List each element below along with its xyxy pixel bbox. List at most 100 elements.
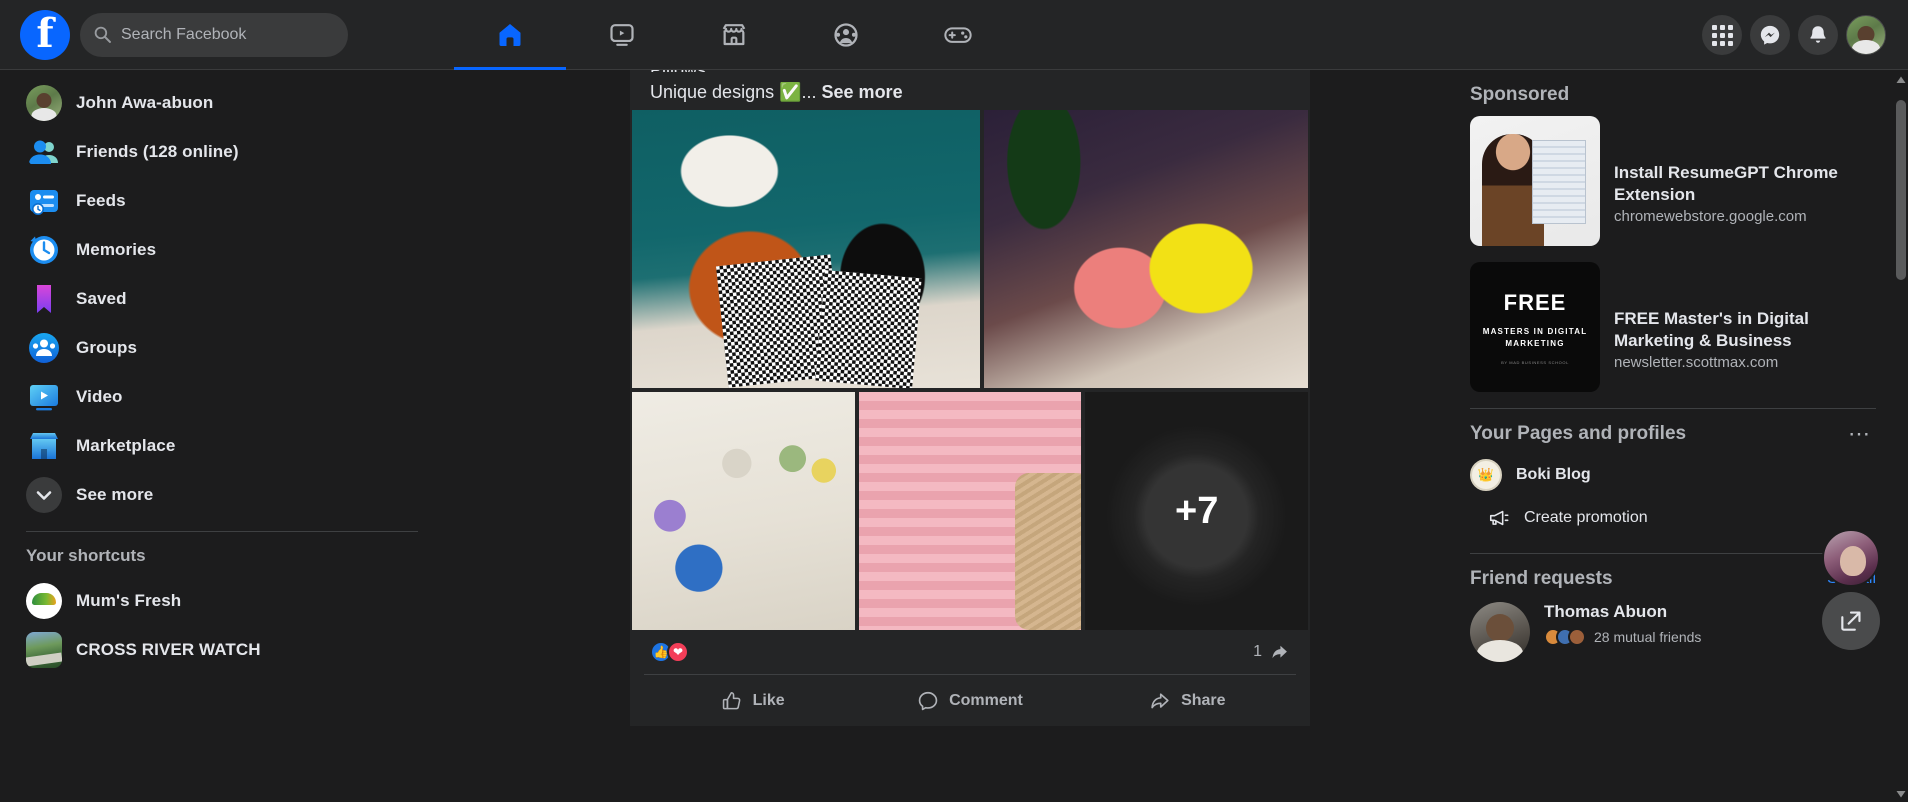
megaphone-icon [1489,510,1509,526]
ad-title: Install ResumeGPT Chrome Extension [1614,163,1838,205]
sidebar-item-label: Marketplace [76,435,176,455]
comment-button[interactable]: Comment [861,675,1078,726]
mutual-friend-avatars [1544,628,1586,646]
friend-request-item[interactable]: Thomas Abuon 28 mutual friends [1470,602,1876,662]
sidebar-item-video[interactable]: Video [18,372,426,421]
messenger-button[interactable] [1750,15,1790,55]
post-photo-1[interactable] [632,110,980,389]
friend-request-body: Thomas Abuon 28 mutual friends [1544,602,1701,662]
shortcut-mums-fresh[interactable]: Mum's Fresh [18,576,426,625]
search-input[interactable]: Search Facebook [80,12,348,57]
sidebar-item-groups[interactable]: Groups [18,323,426,372]
scroll-up-arrow-icon[interactable] [1895,74,1907,86]
more-photos-overlay[interactable]: +7 [1085,392,1309,631]
sponsored-heading: Sponsored [1470,84,1570,105]
sidebar-item-label: Memories [76,239,157,259]
sidebar-item-friends[interactable]: Friends (128 online) [18,127,426,176]
gamepad-icon [944,27,972,43]
left-sidebar: John Awa-abuon Friends (128 online) Feed… [0,70,438,802]
friends-icon [26,134,62,170]
sidebar-item-label: See more [76,484,154,504]
sidebar-item-memories[interactable]: Memories [18,225,426,274]
facebook-logo[interactable] [20,9,70,60]
photo-row-bottom: +7 [632,392,1309,631]
sidebar-item-profile[interactable]: John Awa-abuon [18,78,426,127]
marketplace-icon [722,24,746,46]
mutual-friends-group: 28 mutual friends [1544,628,1701,646]
messenger-icon [1760,25,1780,45]
friend-requests-header: Friend requests See all [1470,568,1876,590]
post-photo-4[interactable] [858,392,1082,631]
ad-thumb-small-text: MASTERS IN DIGITAL MARKETING [1482,326,1588,348]
post-text: Pillows: Unique designs ✅... See more [630,70,1310,110]
ad-body: Install ResumeGPT Chrome Extension chrom… [1614,116,1876,246]
sidebar-item-label: Friends (128 online) [76,141,239,161]
pages-header: Your Pages and profiles ⋯ [1470,423,1876,445]
pencil-square-icon [1841,611,1861,631]
sponsored-ad-2[interactable]: FREE MASTERS IN DIGITAL MARKETING BY MAD… [1470,262,1876,392]
sponsored-ad-1[interactable]: Install ResumeGPT Chrome Extension chrom… [1470,116,1876,246]
post-photo-2[interactable] [984,110,1308,389]
share-count-group[interactable]: 1 [1253,642,1290,662]
groups-icon [26,330,62,366]
post-text-body: Unique designs [650,82,780,102]
shortcut-cross-river-watch[interactable]: CROSS RIVER WATCH [18,625,426,674]
share-button[interactable]: Share [1079,675,1296,726]
search-icon [94,26,111,43]
header-nav-tabs [454,0,1014,70]
page-thumbnail [26,631,62,668]
ad-title: FREE Master's in Digital Marketing & Bus… [1614,309,1809,351]
share-count: 1 [1253,643,1262,661]
feeds-icon [26,183,62,219]
sidebar-item-see-more[interactable]: See more [18,470,426,519]
notifications-button[interactable] [1798,15,1838,55]
post-photo-5[interactable]: +7 [1085,392,1309,631]
tab-groups[interactable] [790,0,902,70]
comment-bubble-icon [918,691,938,711]
post-action-bar: Like Comment Share [644,674,1296,727]
ad-url: newsletter.scottmax.com [1614,354,1779,372]
tab-video[interactable] [566,0,678,70]
search-placeholder: Search Facebook [121,25,247,43]
ellipsis-icon[interactable]: ⋯ [1842,423,1876,445]
like-label: Like [752,691,785,709]
see-more-link[interactable]: See more [822,82,903,102]
chat-contact-avatar[interactable] [1822,529,1880,587]
sidebar-item-marketplace[interactable]: Marketplace [18,421,426,470]
compose-message-button[interactable] [1822,592,1880,650]
friend-name: Thomas Abuon [1544,602,1668,621]
reaction-love-icon: ❤ [667,641,689,664]
tab-home[interactable] [454,0,566,70]
user-avatar [26,84,62,121]
post-photo-grid: +7 [630,110,1310,631]
ad-body: FREE Master's in Digital Marketing & Bus… [1614,262,1876,392]
page-item-boki-blog[interactable]: Boki Blog [1470,453,1876,497]
ad-url: chromewebstore.google.com [1614,208,1807,226]
marketplace-store-icon [26,428,62,464]
tab-marketplace[interactable] [678,0,790,70]
page-scrollbar-thumb[interactable] [1896,100,1906,280]
thumbs-up-icon [722,691,741,710]
account-avatar[interactable] [1846,15,1886,55]
post-photo-3[interactable] [632,392,855,631]
like-button[interactable]: Like [644,675,861,726]
post-text-line: Unique designs ✅... See more [650,72,1290,104]
post-reactions-row: 👍 ❤ 1 [630,630,1310,675]
create-promotion-button[interactable]: Create promotion [1470,497,1876,539]
shortcuts-heading: Your shortcuts [26,546,146,565]
photo-row-top [632,110,1308,389]
tab-gaming[interactable] [902,0,1014,70]
sidebar-item-feeds[interactable]: Feeds [18,176,426,225]
shortcut-label: CROSS RIVER WATCH [76,639,261,659]
sidebar-item-label: Groups [76,337,138,357]
comment-label: Comment [949,691,1023,709]
post-card: Pillows: Unique designs ✅... See more +7… [630,70,1310,727]
groups-icon [834,23,858,47]
grid-menu-icon [1711,24,1733,46]
reaction-bubbles[interactable]: 👍 ❤ [650,641,689,664]
video-icon [610,24,634,46]
scroll-down-arrow-icon[interactable] [1895,788,1907,800]
sidebar-item-saved[interactable]: Saved [18,274,426,323]
post-ellipsis: ... [801,82,822,102]
menu-button[interactable] [1702,15,1742,55]
